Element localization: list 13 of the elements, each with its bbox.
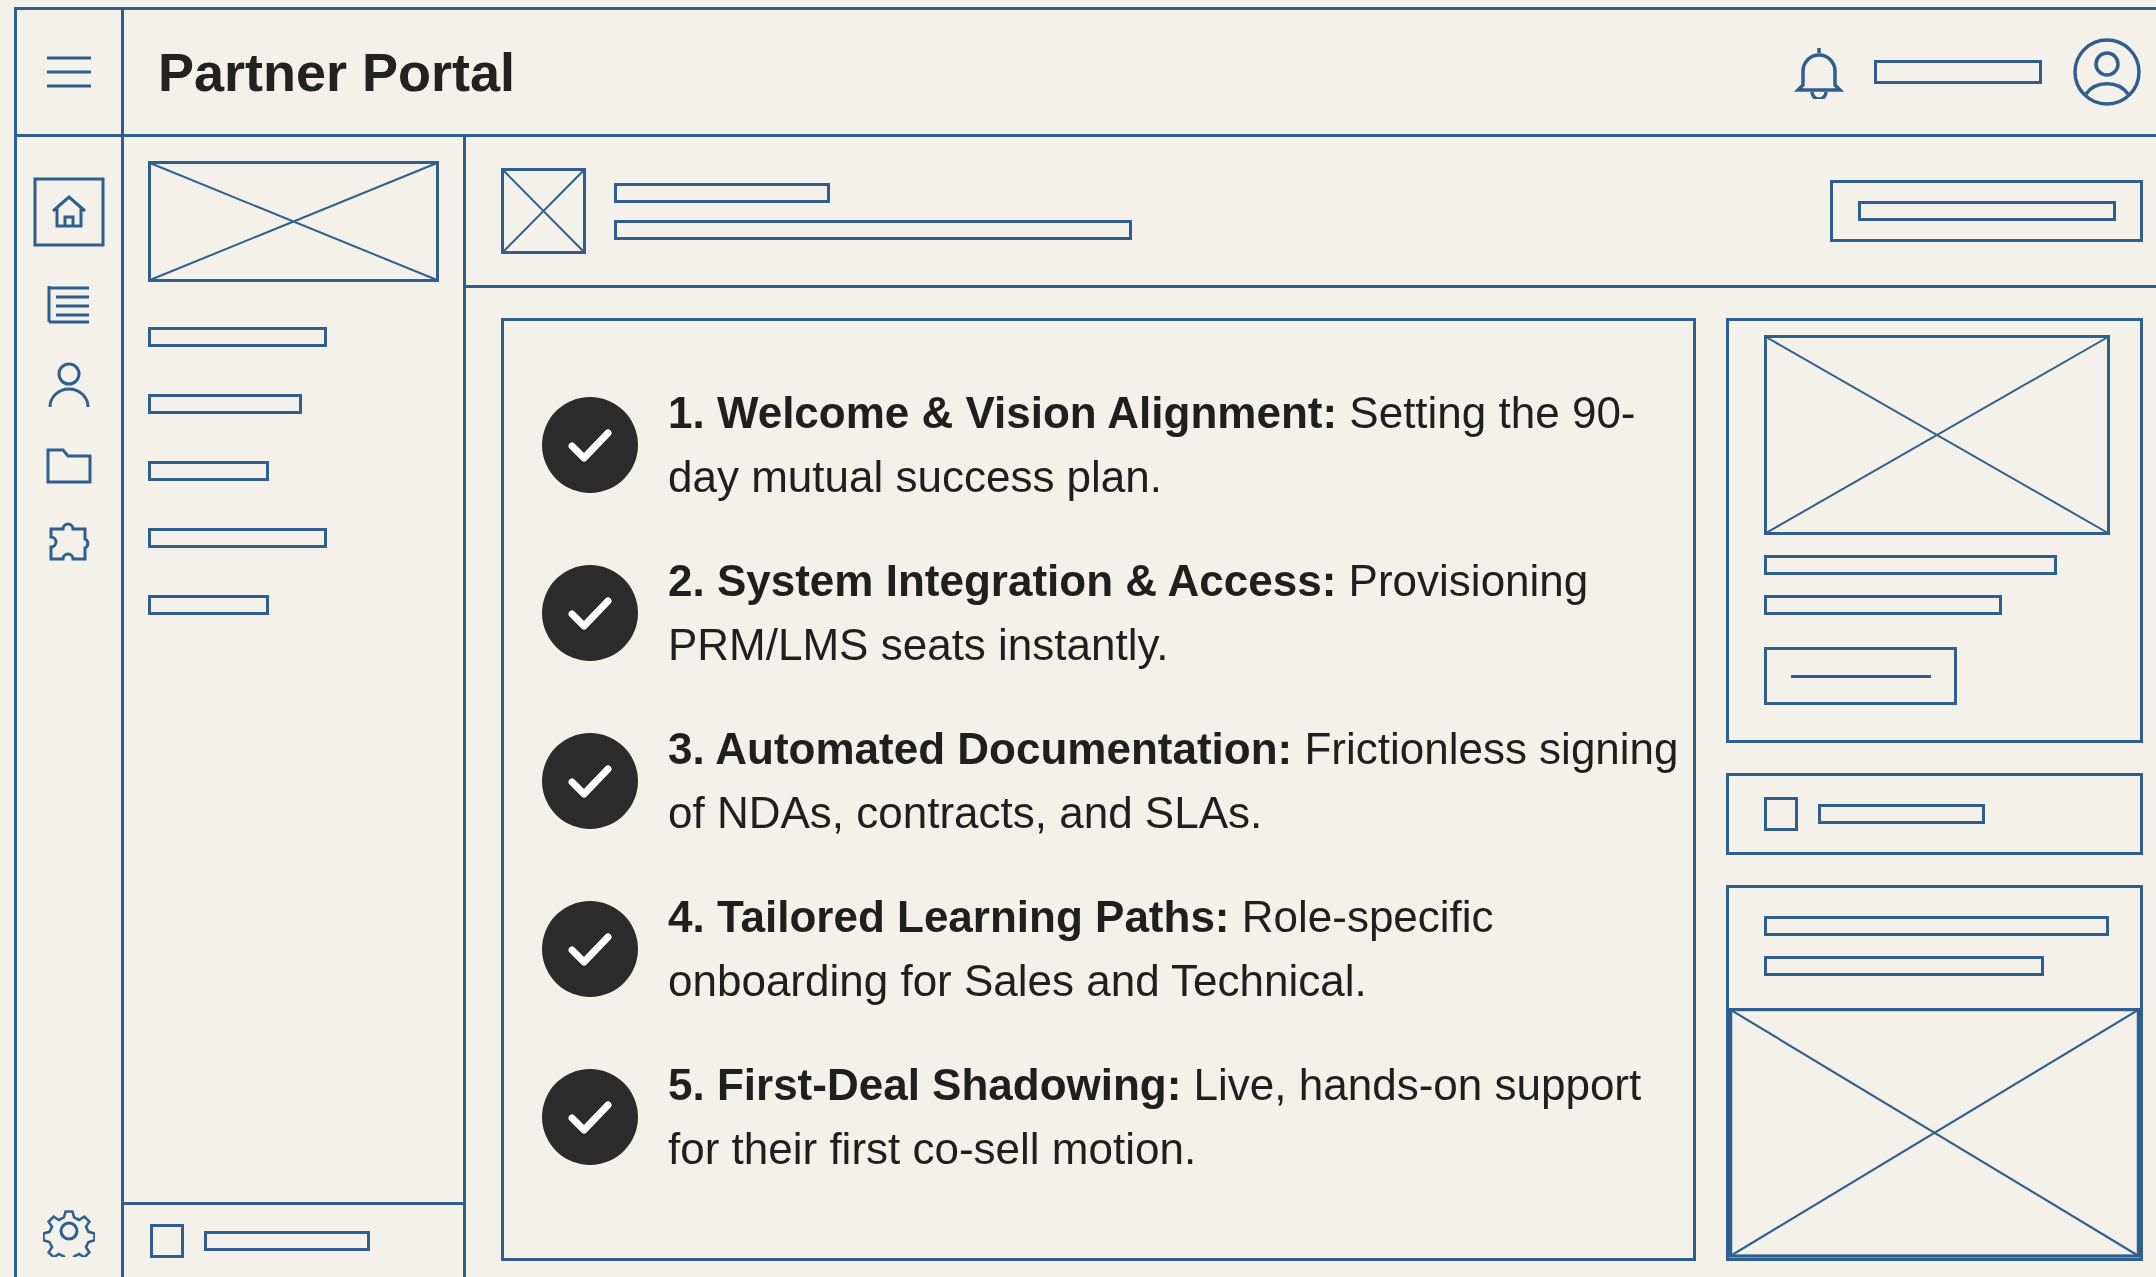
square-placeholder — [150, 1224, 184, 1258]
avatar-icon[interactable] — [2072, 37, 2142, 107]
person-icon[interactable] — [47, 361, 91, 409]
square-placeholder — [1764, 797, 1798, 831]
step-text: 3. Automated Documentation: Frictionless signing of NDAs, contracts, and SLAs. — [668, 723, 1680, 839]
step-text: 5. First-Deal Shadowing: Live, hands-on support for their first co-sell motion. — [668, 1059, 1643, 1175]
app-title: Partner Portal — [158, 41, 516, 103]
step-text: 1. Welcome & Vision Alignment: Setting the 90-day mutual success plan. — [668, 387, 1637, 503]
step-text: 4. Tailored Learning Paths: Role-specific onboarding for Sales and Technical. — [668, 891, 1495, 1007]
bell-icon[interactable] — [1794, 45, 1844, 99]
home-icon[interactable] — [33, 177, 105, 247]
step-text: 2. System Integration & Access: Provisioning PRM/LMS seats instantly. — [668, 555, 1590, 671]
list-icon[interactable] — [46, 283, 92, 325]
